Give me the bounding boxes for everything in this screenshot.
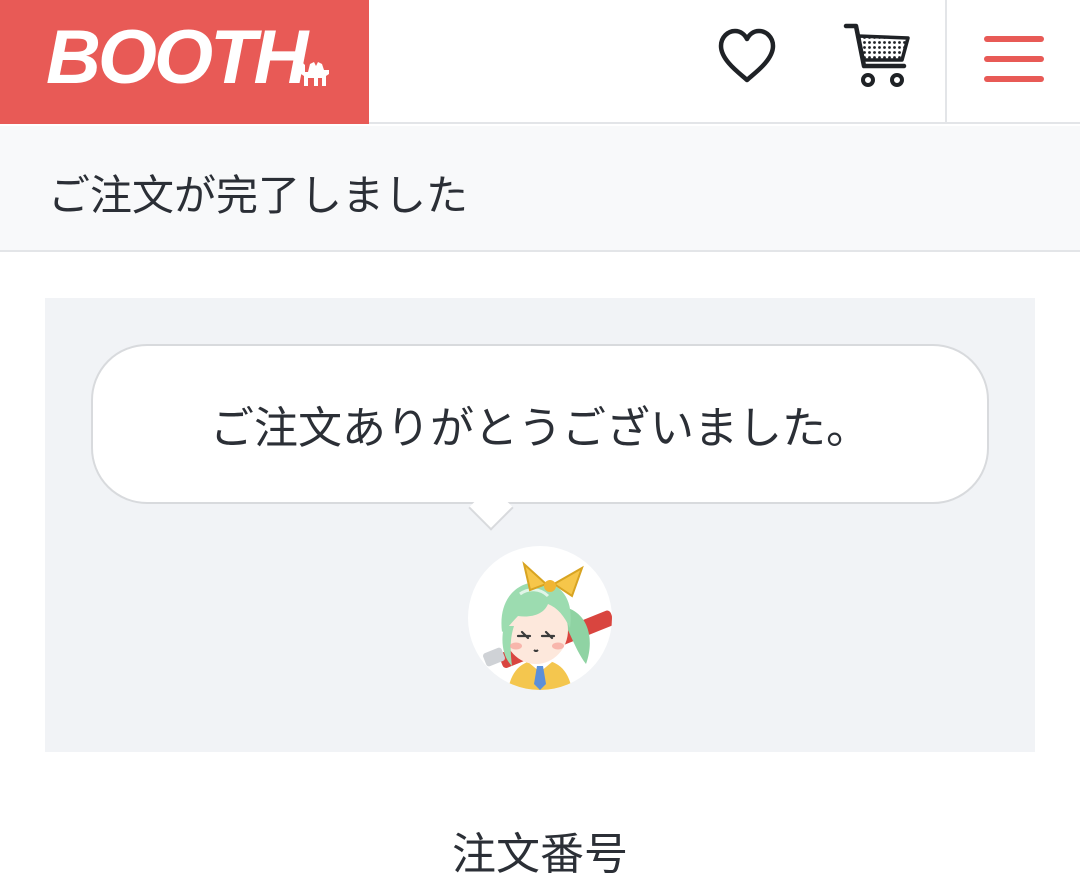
camel-icon <box>298 62 329 86</box>
logo-text: BOOTH <box>46 15 308 100</box>
header-divider <box>945 0 947 124</box>
page-title-bar: ご注文が完了しました <box>0 126 1080 252</box>
menu-bar <box>984 56 1044 62</box>
character-illustration <box>483 561 612 690</box>
speech-bubble: ご注文ありがとうございました。 <box>91 344 989 504</box>
order-number-label: 注文番号 <box>452 829 628 880</box>
heart-icon[interactable] <box>716 26 778 88</box>
menu-bar <box>984 36 1044 42</box>
shop-avatar <box>468 546 612 690</box>
site-header: BOOTH <box>0 0 1080 124</box>
hamburger-menu-icon[interactable] <box>976 32 1052 90</box>
menu-bar <box>984 76 1044 82</box>
page-title: ご注文が完了しました <box>48 171 469 220</box>
cart-icon[interactable] <box>842 20 914 92</box>
booth-logo[interactable]: BOOTH <box>0 0 369 124</box>
thank-you-panel: ご注文ありがとうございました。 <box>45 298 1035 752</box>
thank-you-message: ご注文ありがとうございました。 <box>210 403 870 454</box>
